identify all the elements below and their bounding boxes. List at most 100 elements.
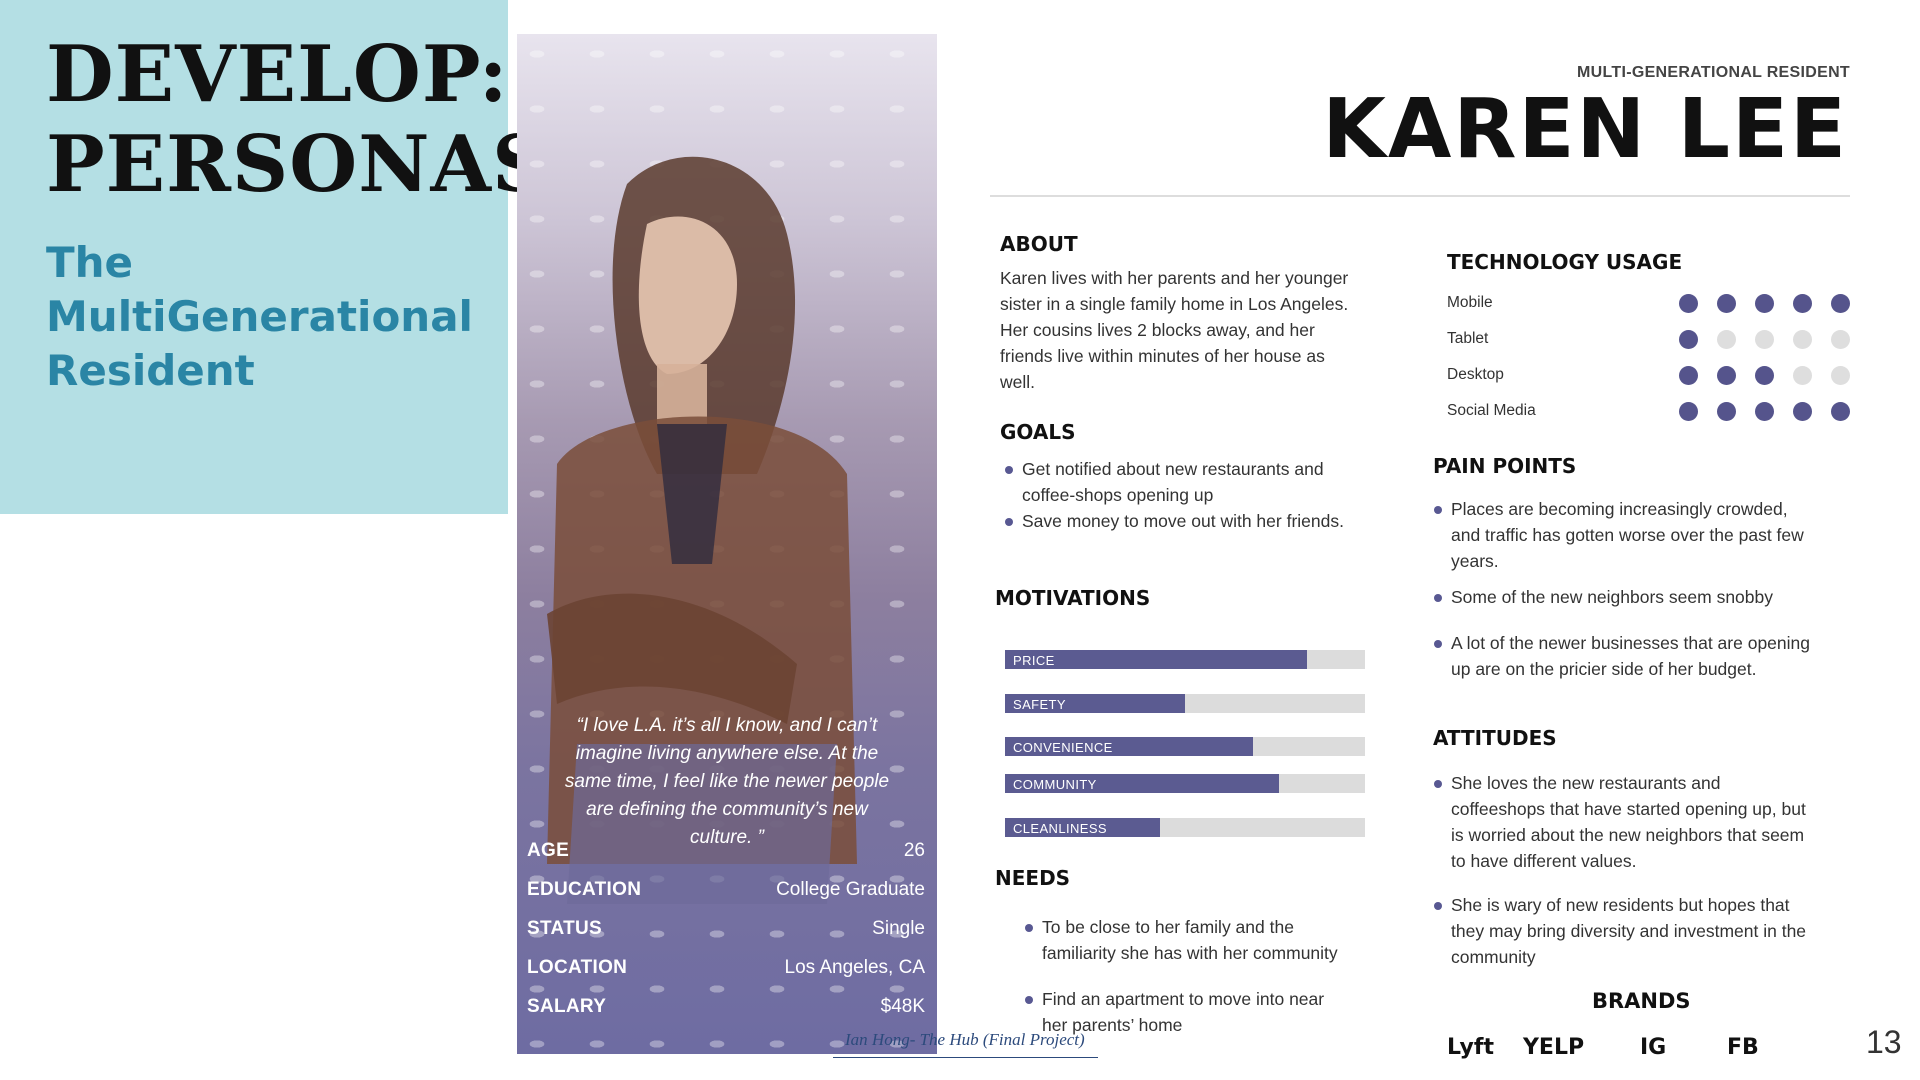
list-item: A lot of the newer businesses that are o… (1433, 630, 1873, 682)
persona-stats: AGE 26 EDUCATION College Graduate STATUS… (527, 840, 925, 1035)
list-item: To be close to her family and the famili… (1024, 914, 1384, 966)
rating-dot-filled (1679, 366, 1698, 385)
quote-line: are defining the community’s new (586, 799, 868, 820)
attitude-line: to have different values. (1451, 851, 1637, 871)
attitude-line: they may bring diversity and investment … (1451, 921, 1807, 941)
attitudes-list: She loves the new restaurants and coffee… (1433, 770, 1873, 970)
stat-value: College Graduate (776, 879, 925, 900)
attitude-line: She loves the new restaurants and (1451, 773, 1721, 793)
stat-value: Los Angeles, CA (784, 957, 925, 978)
slide-subtitle: The MultiGenerational Resident (46, 236, 473, 398)
stat-label: AGE (527, 840, 570, 861)
pain-line: A lot of the newer businesses that are o… (1451, 633, 1810, 653)
subtitle-line-2: MultiGenerational (46, 292, 473, 341)
footer-credit: Ian Hong- The Hub (Final Project) (845, 1030, 1085, 1049)
rating-dot-filled (1755, 366, 1774, 385)
need-line: familiarity she has with her community (1042, 943, 1338, 963)
stat-label: EDUCATION (527, 879, 642, 900)
persona-role: MULTI-GENERATIONAL RESIDENT (1577, 64, 1850, 81)
persona-quote: “I love L.A. it’s all I know, and I can’… (537, 712, 917, 852)
rating-dot-filled (1717, 294, 1736, 313)
goals-heading: GOALS (1000, 420, 1076, 444)
pain-points-list: Places are becoming increasingly crowded… (1433, 496, 1873, 682)
list-item: Places are becoming increasingly crowded… (1433, 496, 1873, 574)
rating-dot-filled (1831, 294, 1850, 313)
tech-row-desktop: Desktop (1447, 364, 1857, 388)
page-number: 13 (1866, 1024, 1902, 1060)
motivation-bar-price: PRICE (1005, 650, 1365, 669)
about-heading: ABOUT (1000, 232, 1078, 256)
needs-heading: NEEDS (995, 866, 1071, 890)
rating-dot-filled (1793, 402, 1812, 421)
subtitle-line-3: Resident (46, 346, 255, 395)
brand-ig: IG (1640, 1035, 1667, 1060)
motivation-bar-cleanliness: CLEANLINESS (1005, 818, 1365, 837)
rating-dot-filled (1755, 402, 1774, 421)
rating-dot-filled (1679, 402, 1698, 421)
motivation-bar-community: COMMUNITY (1005, 774, 1365, 793)
stat-label: LOCATION (527, 957, 628, 978)
tech-rating-dots (1679, 366, 1850, 385)
list-item: Save money to move out with her friends. (1004, 508, 1404, 534)
goal-line: coffee-shops opening up (1022, 485, 1214, 505)
about-line: Her cousins lives 2 blocks away, and her (1000, 320, 1315, 340)
tech-label: Social Media (1447, 402, 1536, 419)
title-panel: DEVELOP: PERSONAS The MultiGenerational … (0, 0, 548, 514)
quote-line: same time, I feel like the newer people (564, 771, 890, 792)
stat-value: $48K (880, 996, 925, 1017)
tech-row-tablet: Tablet (1447, 328, 1857, 352)
pain-line: Some of the new neighbors seem snobby (1451, 587, 1773, 607)
header-divider (990, 195, 1850, 197)
slide-title: DEVELOP: PERSONAS (46, 30, 549, 210)
goal-line: Get notified about new restaurants and (1022, 459, 1324, 479)
quote-line: imagine living anywhere else. At the (575, 743, 879, 764)
attitude-line: She is wary of new residents but hopes t… (1451, 895, 1790, 915)
stat-value: 26 (903, 840, 925, 861)
title-line-1: DEVELOP: (46, 29, 509, 120)
rating-dot-filled (1679, 330, 1698, 349)
attitudes-heading: ATTITUDES (1433, 726, 1557, 750)
list-item: Get notified about new restaurants and c… (1004, 456, 1404, 508)
stat-row-education: EDUCATION College Graduate (527, 879, 925, 918)
tech-label: Mobile (1447, 294, 1493, 311)
pain-points-heading: PAIN POINTS (1433, 454, 1577, 478)
motivations-heading: MOTIVATIONS (995, 586, 1151, 610)
footer-underline (833, 1057, 1098, 1058)
tech-rating-dots (1679, 294, 1850, 313)
rating-dot-empty (1793, 330, 1812, 349)
about-line: friends live within minutes of her house… (1000, 346, 1325, 366)
rating-dot-filled (1831, 402, 1850, 421)
tech-label: Tablet (1447, 330, 1489, 347)
brand-fb: FB (1727, 1035, 1759, 1060)
tech-rating-dots (1679, 330, 1850, 349)
pain-line: up are on the pricier side of her budget… (1451, 659, 1757, 679)
goal-line: Save money to move out with her friends. (1022, 511, 1344, 531)
stat-label: STATUS (527, 918, 602, 939)
subtitle-line-1: The (46, 238, 134, 287)
stat-row-age: AGE 26 (527, 840, 925, 879)
stat-value: Single (872, 918, 925, 939)
stat-label: SALARY (527, 996, 607, 1017)
need-line: To be close to her family and the (1042, 917, 1294, 937)
tech-rating-dots (1679, 402, 1850, 421)
attitude-line: community (1451, 947, 1536, 967)
rating-dot-filled (1717, 402, 1736, 421)
rating-dot-empty (1831, 366, 1850, 385)
tech-row-mobile: Mobile (1447, 292, 1857, 316)
brands-heading: BRANDS (1592, 989, 1691, 1013)
rating-dot-filled (1755, 294, 1774, 313)
motivation-bar-safety: SAFETY (1005, 694, 1365, 713)
tech-label: Desktop (1447, 366, 1504, 383)
about-text: Karen lives with her parents and her you… (1000, 265, 1400, 395)
list-item: Some of the new neighbors seem snobby (1433, 584, 1873, 610)
pain-line: Places are becoming increasingly crowded… (1451, 499, 1788, 519)
motivation-bar-label: CLEANLINESS (1013, 821, 1107, 836)
needs-list: To be close to her family and the famili… (1024, 914, 1384, 1038)
about-line: Karen lives with her parents and her you… (1000, 268, 1349, 288)
tech-row-social-media: Social Media (1447, 400, 1857, 424)
rating-dot-filled (1793, 294, 1812, 313)
need-line: her parents’ home (1042, 1015, 1183, 1035)
persona-photo-card: “I love L.A. it’s all I know, and I can’… (517, 34, 937, 1054)
rating-dot-empty (1831, 330, 1850, 349)
list-item: She loves the new restaurants and coffee… (1433, 770, 1873, 874)
